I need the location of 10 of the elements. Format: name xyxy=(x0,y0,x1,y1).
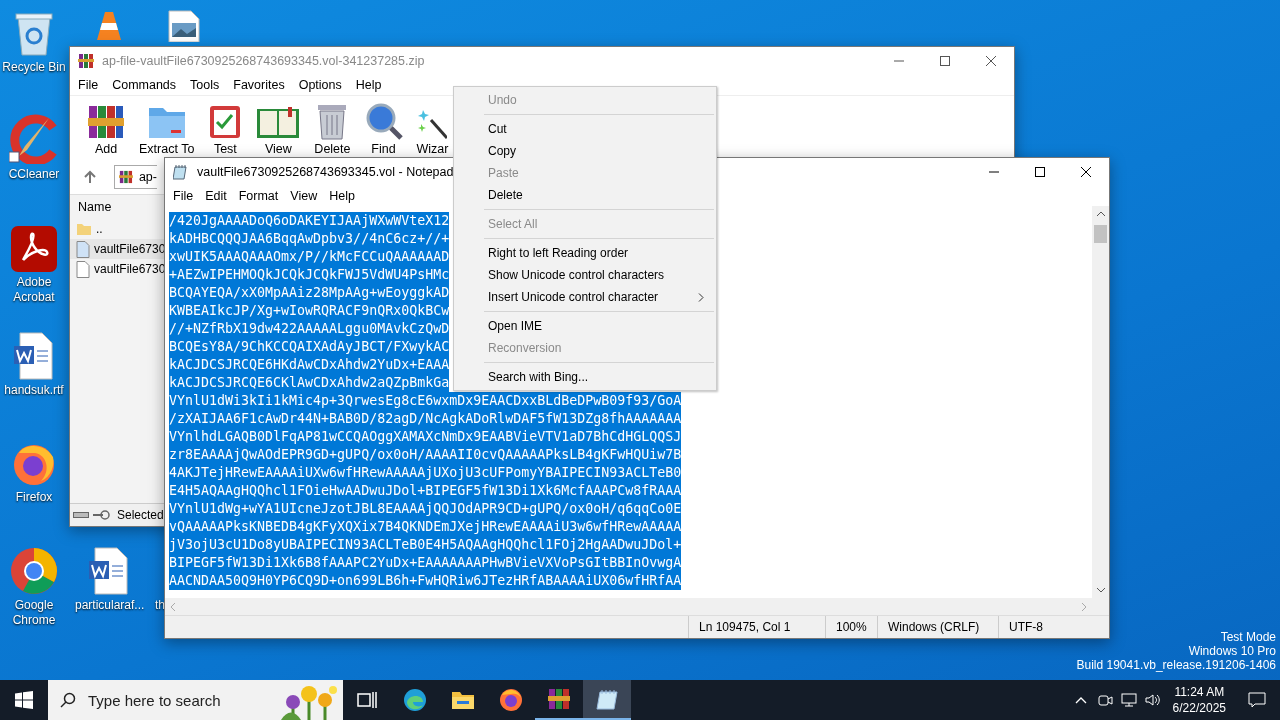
encoding: UTF-8 xyxy=(998,616,1109,638)
window-title: ap-file-vaultFile6730925268743693345.vol-341237285.zip xyxy=(102,54,425,68)
line-ending: Windows (CRLF) xyxy=(877,616,998,638)
system-notice-text: Build 19041.vb_release.191206-1406 xyxy=(1076,658,1276,672)
system-notice-text: Windows 10 Pro xyxy=(1188,644,1276,658)
zoom-level: 100% xyxy=(825,616,877,638)
cursor-position: Ln 109475, Col 1 xyxy=(688,616,825,638)
window-title: vaultFile6730925268743693345.vol - Notepad xyxy=(197,165,454,179)
system-notice-text: Test Mode xyxy=(1220,630,1276,644)
status-text: Selected xyxy=(117,508,164,522)
